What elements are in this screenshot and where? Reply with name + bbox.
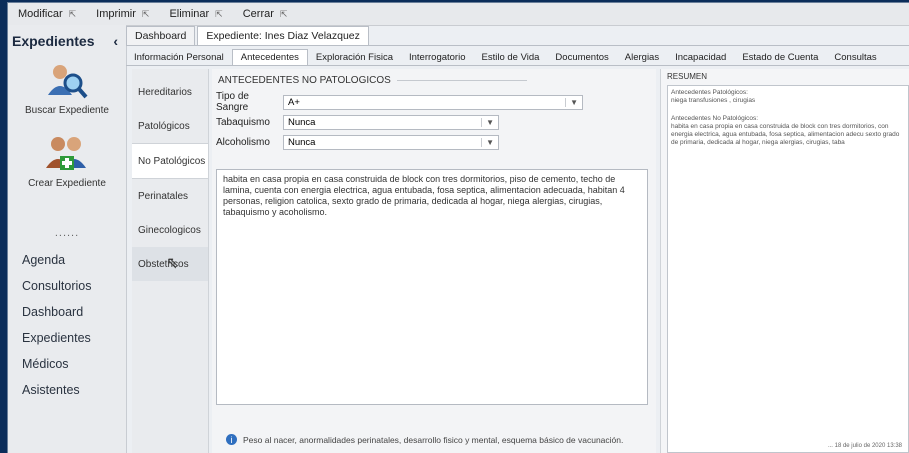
section-title: Expedientes ‹: [8, 25, 126, 55]
buscar-expediente-button[interactable]: Buscar Expediente: [8, 61, 126, 116]
tab-dashboard[interactable]: Dashboard: [126, 26, 196, 45]
vtab-hereditarios[interactable]: Hereditarios: [132, 75, 208, 109]
vtab-no-patologicos[interactable]: No Patológicos: [132, 143, 208, 179]
main-menu: Agenda Consultorios Dashboard Expediente…: [8, 247, 126, 403]
chevron-down-icon[interactable]: ▼: [565, 97, 578, 107]
tipo-sangre-select[interactable]: A+ ▼: [283, 94, 583, 110]
tipo-sangre-value: A+: [288, 96, 300, 108]
chevron-down-icon[interactable]: ▼: [481, 137, 494, 147]
alcoholismo-label: Alcoholismo: [216, 136, 270, 148]
menu-item-asistentes[interactable]: Asistentes: [8, 377, 126, 403]
group-title: ANTECEDENTES NO PATOLOGICOS: [218, 75, 656, 86]
tab-estilo-de-vida[interactable]: Estilo de Vida: [474, 50, 548, 65]
tab-consultas[interactable]: Consultas: [826, 50, 884, 65]
menu-item-consultorios[interactable]: Consultorios: [8, 273, 126, 299]
tab-interrogatorio[interactable]: Interrogatorio: [401, 50, 474, 65]
add-user-icon: [46, 134, 88, 174]
tabaquismo-value: Nunca: [288, 116, 316, 128]
menu-item-medicos[interactable]: Médicos: [8, 351, 126, 377]
tab-expediente[interactable]: Expediente: Ines Diaz Velazquez: [197, 26, 369, 45]
notes-textarea[interactable]: habita en casa propia en casa construida…: [216, 169, 648, 405]
hint-text: Peso al nacer, anormalidades perinatales…: [243, 434, 624, 445]
pin-icon[interactable]: ⇱: [142, 9, 150, 20]
main-tabs: Dashboard Expediente: Ines Diaz Velazque…: [126, 25, 909, 46]
summary-box[interactable]: Antecedentes Patológicos: niega transfus…: [667, 85, 909, 453]
left-navigation: Expedientes ‹ Buscar Expediente Crear Ex…: [8, 25, 127, 453]
summary-footer: ... 18 de julio de 2020 13:38: [827, 443, 902, 449]
menu-item-dashboard[interactable]: Dashboard: [8, 299, 126, 325]
alcoholismo-value: Nunca: [288, 136, 316, 148]
alcoholismo-select[interactable]: Nunca ▼: [283, 134, 499, 150]
collapse-icon[interactable]: ‹: [113, 33, 118, 49]
tipo-sangre-label: Tipo de Sangre: [216, 91, 249, 113]
tabaquismo-select[interactable]: Nunca ▼: [283, 114, 499, 130]
search-user-icon: [46, 61, 88, 101]
section-title-text: Expedientes: [12, 33, 95, 49]
summary-panel: RESUMEN Antecedentes Patológicos: niega …: [660, 69, 909, 453]
eliminar-label: Eliminar: [169, 8, 210, 20]
crear-expediente-label: Crear Expediente: [28, 178, 106, 189]
more-dots[interactable]: ......: [8, 227, 126, 239]
summary-nopat-text: habita en casa propia en casa construida…: [671, 123, 900, 146]
summary-nopat-title: Antecedentes No Patológicos:: [671, 115, 759, 122]
antecedentes-form: ANTECEDENTES NO PATOLOGICOS Tipo de Sang…: [212, 69, 656, 453]
tabaquismo-label: Tabaquismo: [216, 116, 270, 128]
record-subtabs: Información Personal Antecedentes Explor…: [126, 46, 909, 66]
summary-pat-text: niega transfusiones , cirugias: [671, 97, 756, 104]
modificar-label: Modificar: [18, 8, 63, 20]
alcoholismo-field: Alcoholismo Nunca ▼: [216, 132, 656, 152]
crear-expediente-button[interactable]: Crear Expediente: [8, 134, 126, 189]
tab-alergias[interactable]: Alergias: [617, 50, 667, 65]
tabaquismo-field: Tabaquismo Nunca ▼: [216, 112, 656, 132]
pin-icon[interactable]: ⇱: [215, 9, 223, 20]
menu-item-expedientes[interactable]: Expedientes: [8, 325, 126, 351]
tab-estado-de-cuenta[interactable]: Estado de Cuenta: [734, 50, 826, 65]
modificar-button[interactable]: Modificar ⇱: [8, 8, 86, 20]
tab-incapacidad[interactable]: Incapacidad: [667, 50, 734, 65]
vtab-patologicos[interactable]: Patológicos: [132, 109, 208, 143]
summary-pat-title: Antecedentes Patológicos:: [671, 89, 748, 96]
summary-title: RESUMEN: [667, 72, 708, 81]
antecedentes-vertical-tabs: Hereditarios Patológicos No Patológicos …: [132, 69, 209, 453]
top-toolbar: Modificar ⇱ Imprimir ⇱ Eliminar ⇱ Cerrar…: [8, 3, 909, 26]
buscar-expediente-label: Buscar Expediente: [25, 105, 109, 116]
tab-antecedentes[interactable]: Antecedentes: [231, 49, 308, 65]
mouse-cursor-icon: ⇖: [166, 255, 180, 272]
tab-informacion-personal[interactable]: Información Personal: [126, 50, 232, 65]
cerrar-button[interactable]: Cerrar ⇱: [233, 8, 298, 20]
imprimir-label: Imprimir: [96, 8, 136, 20]
hint-row: i Peso al nacer, anormalidades perinatal…: [226, 434, 623, 445]
app-window: Modificar ⇱ Imprimir ⇱ Eliminar ⇱ Cerrar…: [8, 3, 909, 453]
vtab-perinatales[interactable]: Perinatales: [132, 179, 208, 213]
tab-documentos[interactable]: Documentos: [547, 50, 616, 65]
vtab-ginecologicos[interactable]: Ginecologicos: [132, 213, 208, 247]
cerrar-label: Cerrar: [242, 8, 274, 20]
menu-item-agenda[interactable]: Agenda: [8, 247, 126, 273]
tab-exploracion-fisica[interactable]: Exploración Fisica: [308, 50, 401, 65]
tipo-sangre-field: Tipo de Sangre A+ ▼: [216, 91, 656, 113]
imprimir-button[interactable]: Imprimir ⇱: [86, 8, 159, 20]
pin-icon[interactable]: ⇱: [69, 9, 77, 20]
eliminar-button[interactable]: Eliminar ⇱: [159, 8, 232, 20]
pin-icon[interactable]: ⇱: [280, 9, 288, 20]
chevron-down-icon[interactable]: ▼: [481, 117, 494, 127]
info-icon: i: [226, 434, 237, 445]
